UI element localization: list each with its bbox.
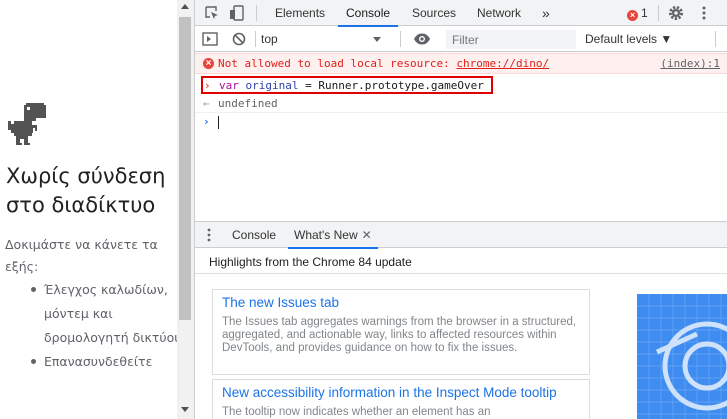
sidebar-toggle-icon[interactable] bbox=[201, 30, 219, 48]
toolbar-divider bbox=[715, 31, 716, 47]
device-toolbar-icon[interactable] bbox=[228, 4, 246, 22]
error-icon: × bbox=[627, 10, 638, 21]
result-value: undefined bbox=[218, 97, 278, 110]
list-item: Επανασυνδεθείτε bbox=[31, 350, 177, 374]
console-result-entry: ← undefined bbox=[195, 95, 727, 113]
eye-icon[interactable] bbox=[413, 30, 431, 48]
error-count: 1 bbox=[641, 6, 648, 20]
tab-elements[interactable]: Elements bbox=[275, 0, 325, 26]
offline-page: Χωρίς σύνδεση στο διαδίκτυο Δοκιμάστε να… bbox=[0, 0, 177, 419]
card-description: The tooltip now indicates whether an ele… bbox=[222, 406, 491, 418]
chevron-right-icon: › bbox=[203, 115, 210, 128]
list-item: Έλεγχος καλωδίων, μόντεμ και δρομολογητή… bbox=[31, 278, 177, 350]
toolbar-divider bbox=[255, 31, 256, 47]
clear-console-icon[interactable] bbox=[230, 30, 248, 48]
drawer-tab-whats-new[interactable]: What's New ✕ bbox=[288, 222, 378, 249]
gear-icon[interactable] bbox=[667, 4, 685, 22]
tab-console[interactable]: Console bbox=[337, 0, 399, 27]
toolbar-divider bbox=[400, 31, 401, 47]
close-icon[interactable]: ✕ bbox=[362, 228, 372, 242]
console-input-entry: › var original = Runner.prototype.gameOv… bbox=[201, 76, 493, 94]
context-selector[interactable]: top bbox=[261, 30, 381, 49]
text-cursor bbox=[218, 116, 219, 129]
error-message-text: Not allowed to load local resource: chro… bbox=[218, 57, 550, 70]
console-toolbar: top Default levels ▼ bbox=[195, 27, 727, 52]
inspect-element-icon[interactable] bbox=[203, 4, 221, 22]
page-title: Χωρίς σύνδεση στο διαδίκτυο bbox=[6, 164, 166, 217]
error-source-link[interactable]: (index):1 bbox=[660, 57, 720, 70]
toolbar-divider bbox=[256, 5, 257, 21]
whats-new-title: Highlights from the Chrome 84 update bbox=[209, 255, 412, 269]
return-arrow-icon: ← bbox=[203, 97, 210, 110]
dino-icon[interactable] bbox=[6, 103, 46, 146]
error-resource-link[interactable]: chrome://dino/ bbox=[456, 57, 549, 70]
console-messages[interactable]: × Not allowed to load local resource: ch… bbox=[195, 53, 727, 216]
error-count-badge[interactable]: × 1 bbox=[627, 0, 648, 26]
devtools-main-toolbar: Elements Console Sources Network » × 1 bbox=[195, 0, 727, 27]
devtools-panel: Elements Console Sources Network » × 1 t… bbox=[194, 0, 727, 419]
tab-sources[interactable]: Sources bbox=[412, 0, 456, 26]
drawer-tab-bar: Console What's New ✕ bbox=[195, 221, 727, 249]
page-subtitle: Δοκιμάστε να κάνετε τα εξής: bbox=[5, 237, 158, 274]
filter-input[interactable] bbox=[446, 30, 576, 49]
whats-new-header: Highlights from the Chrome 84 update bbox=[195, 249, 727, 274]
error-icon: × bbox=[203, 58, 214, 69]
scroll-up-arrow-icon[interactable] bbox=[181, 4, 189, 9]
chrome-update-illustration-icon bbox=[637, 294, 727, 419]
card-description: The Issues tab aggregates warnings from … bbox=[222, 316, 577, 354]
scroll-down-arrow-icon[interactable] bbox=[181, 407, 189, 412]
kebab-menu-icon[interactable] bbox=[207, 228, 211, 242]
console-error-message: × Not allowed to load local resource: ch… bbox=[195, 53, 727, 74]
console-prompt[interactable]: › bbox=[195, 114, 727, 132]
suggestion-list: Έλεγχος καλωδίων, μόντεμ και δρομολογητή… bbox=[31, 278, 177, 374]
more-tabs-button[interactable]: » bbox=[542, 0, 550, 26]
drawer-tab-console[interactable]: Console bbox=[232, 222, 276, 248]
card-title-link[interactable]: The new Issues tab bbox=[222, 295, 339, 310]
page-scrollbar[interactable] bbox=[177, 0, 194, 419]
whats-new-content[interactable]: The new Issues tab The Issues tab aggreg… bbox=[195, 275, 727, 419]
chevron-down-icon bbox=[373, 37, 381, 42]
log-levels-dropdown[interactable]: Default levels ▼ bbox=[585, 30, 672, 49]
whats-new-card[interactable]: New accessibility information in the Ins… bbox=[212, 379, 590, 419]
card-title-link[interactable]: New accessibility information in the Ins… bbox=[222, 385, 557, 400]
toolbar-divider bbox=[658, 5, 659, 21]
whats-new-card[interactable]: The new Issues tab The Issues tab aggreg… bbox=[212, 289, 590, 375]
context-value: top bbox=[261, 32, 278, 46]
scroll-thumb[interactable] bbox=[179, 17, 191, 320]
chevron-right-icon: › bbox=[204, 79, 211, 92]
tab-network[interactable]: Network bbox=[477, 0, 521, 26]
input-code: var original = Runner.prototype.gameOver bbox=[219, 79, 484, 92]
kebab-menu-icon[interactable] bbox=[695, 4, 713, 22]
